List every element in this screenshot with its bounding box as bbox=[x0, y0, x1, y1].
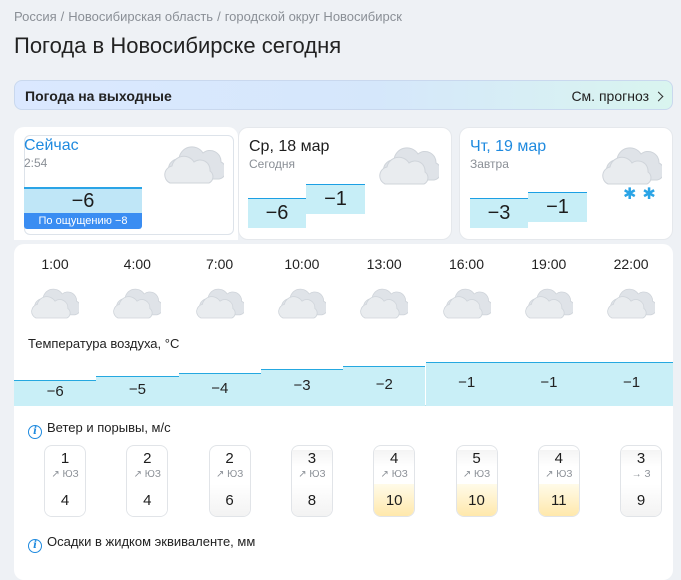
temperature-bar: −5 bbox=[96, 376, 179, 406]
breadcrumb: Россия / Новосибирская область / городской о… bbox=[14, 9, 402, 24]
cloud-icon bbox=[195, 288, 244, 319]
feels-like-badge: По ощущению −8 bbox=[24, 213, 142, 229]
hour-label: 1:00 bbox=[41, 256, 69, 272]
wind-direction: ↗ ЮЗ bbox=[545, 469, 573, 480]
info-icon[interactable]: i bbox=[28, 539, 42, 553]
today-day-temp: −1 bbox=[306, 184, 365, 214]
cloud-icon bbox=[525, 288, 573, 319]
hour-column: 19:00 bbox=[508, 256, 590, 320]
wind-gust: 8 bbox=[291, 484, 332, 516]
weekend-banner[interactable]: Погода на выходные См. прогноз bbox=[14, 80, 673, 110]
hour-label: 13:00 bbox=[366, 256, 402, 272]
hourly-forecast-card: 1:00 4:00 7:00 10:00 13:00 16:00 19:00 22:00 Те… bbox=[14, 244, 673, 580]
wind-speed: 2 bbox=[143, 450, 152, 467]
current-temperature: −6 bbox=[24, 187, 142, 214]
cloud-icon bbox=[607, 288, 656, 319]
tomorrow-day-temp: −1 bbox=[528, 192, 587, 222]
wind-direction: → З bbox=[631, 469, 651, 480]
current-time: 2:54 bbox=[24, 156, 48, 170]
tomorrow-date: Чт, 19 мар bbox=[470, 138, 547, 155]
wind-gust: 4 bbox=[45, 484, 85, 516]
tomorrow-night-temp: −3 bbox=[470, 198, 528, 228]
wind-speed: 5 bbox=[456, 450, 497, 467]
wind-speed: 4 bbox=[374, 450, 415, 467]
wind-speed: 3 bbox=[621, 450, 662, 467]
wind-direction: ↗ ЮЗ bbox=[298, 469, 326, 480]
wind-cell: 3 ↗ ЮЗ 8 bbox=[290, 445, 333, 517]
chevron-right-icon bbox=[653, 91, 664, 102]
temperature-bar: −1 bbox=[507, 362, 591, 406]
info-icon[interactable]: i bbox=[28, 425, 42, 439]
precip-label-row: i Осадки в жидком эквиваленте, мм bbox=[28, 534, 255, 553]
hour-label: 22:00 bbox=[613, 256, 649, 272]
wind-cell: 1 ↗ ЮЗ 4 bbox=[44, 445, 86, 517]
wind-direction: ↗ ЮЗ bbox=[215, 469, 244, 480]
cloud-icon bbox=[442, 288, 491, 319]
wind-direction: ↗ ЮЗ bbox=[51, 469, 79, 480]
today-night-temp: −6 bbox=[248, 198, 306, 228]
temperature-strip: −6 −5 −4 −3 −2 −1 −1 −1 bbox=[14, 358, 673, 406]
today-card[interactable]: Ср, 18 мар Сегодня −6 −1 bbox=[238, 127, 452, 240]
hour-column: 16:00 bbox=[426, 256, 508, 320]
today-date: Ср, 18 мар bbox=[249, 138, 330, 155]
wind-speed: 3 bbox=[291, 450, 332, 467]
wind-gust: 6 bbox=[209, 484, 250, 516]
wind-gust: 4 bbox=[127, 484, 168, 516]
wind-cell: 4 ↗ ЮЗ 11 bbox=[537, 445, 580, 517]
wind-speed: 4 bbox=[538, 450, 579, 467]
see-forecast-link[interactable]: См. прогноз bbox=[571, 88, 664, 104]
tomorrow-label: Завтра bbox=[470, 157, 509, 171]
hour-label: 19:00 bbox=[531, 256, 567, 272]
temperature-bar: −1 bbox=[425, 362, 508, 406]
temperature-bar: −2 bbox=[343, 365, 426, 406]
snowflake-icon: ✱✱ bbox=[623, 186, 662, 203]
hour-column: 1:00 bbox=[14, 256, 96, 320]
cloud-icon bbox=[113, 288, 162, 319]
cloud-icon bbox=[164, 146, 224, 184]
wind-gust: 9 bbox=[621, 484, 662, 516]
hour-column: 7:00 bbox=[179, 256, 261, 320]
wind-gust: 10 bbox=[374, 484, 415, 516]
hour-label: 4:00 bbox=[123, 256, 151, 272]
temperature-bar: −3 bbox=[260, 369, 344, 406]
wind-speed: 2 bbox=[225, 450, 234, 467]
wind-direction: ↗ ЮЗ bbox=[380, 469, 408, 480]
cloud-icon bbox=[360, 288, 409, 319]
breadcrumb-item-region[interactable]: Новосибирская область bbox=[68, 9, 213, 24]
hour-label: 7:00 bbox=[205, 256, 234, 272]
wind-gust: 10 bbox=[456, 484, 497, 516]
today-label: Сегодня bbox=[249, 157, 295, 171]
wind-direction: ↗ ЮЗ bbox=[462, 469, 491, 480]
temperature-bar: −1 bbox=[590, 362, 673, 406]
wind-cell: 5 ↗ ЮЗ 10 bbox=[455, 445, 498, 517]
wind-cell: 4 ↗ ЮЗ 10 bbox=[373, 445, 416, 517]
hour-label: 10:00 bbox=[284, 256, 320, 272]
current-title: Сейчас bbox=[24, 137, 79, 154]
hour-column: 10:00 bbox=[261, 256, 343, 320]
temperature-bar: −6 bbox=[14, 380, 97, 406]
cloud-icon bbox=[379, 147, 439, 185]
hour-column: 22:00 bbox=[590, 256, 672, 320]
tomorrow-card[interactable]: Чт, 19 мар Завтра ✱✱ −3 −1 bbox=[459, 127, 673, 240]
page-title: Погода в Новосибирске сегодня bbox=[14, 33, 342, 58]
breadcrumb-item-district[interactable]: городской округ Новосибирск bbox=[225, 9, 402, 24]
wind-cell: 2 ↗ ЮЗ 4 bbox=[126, 445, 169, 517]
hour-column: 4:00 bbox=[96, 256, 178, 320]
wind-cell: 2 ↗ ЮЗ 6 bbox=[208, 445, 251, 517]
temperature-bar: −4 bbox=[178, 372, 261, 406]
wind-gust: 11 bbox=[538, 484, 579, 516]
hour-column: 13:00 bbox=[343, 256, 425, 320]
cloud-icon bbox=[278, 288, 326, 319]
hour-label: 16:00 bbox=[448, 256, 485, 272]
snow-cloud-icon bbox=[602, 147, 662, 185]
wind-direction: ↗ ЮЗ bbox=[133, 469, 161, 480]
breadcrumb-item-country[interactable]: Россия bbox=[14, 9, 57, 24]
temperature-label: Температура воздуха, °C bbox=[28, 336, 180, 351]
wind-speed: 1 bbox=[60, 450, 70, 467]
wind-cell: 3 → З 9 bbox=[620, 445, 663, 517]
weekend-title: Погода на выходные bbox=[25, 88, 172, 104]
wind-label-row: i Ветер и порывы, м/с bbox=[28, 420, 171, 439]
cloud-icon bbox=[31, 288, 79, 319]
current-weather-card[interactable]: Сейчас 2:54 −6 По ощущению −8 bbox=[14, 127, 238, 240]
